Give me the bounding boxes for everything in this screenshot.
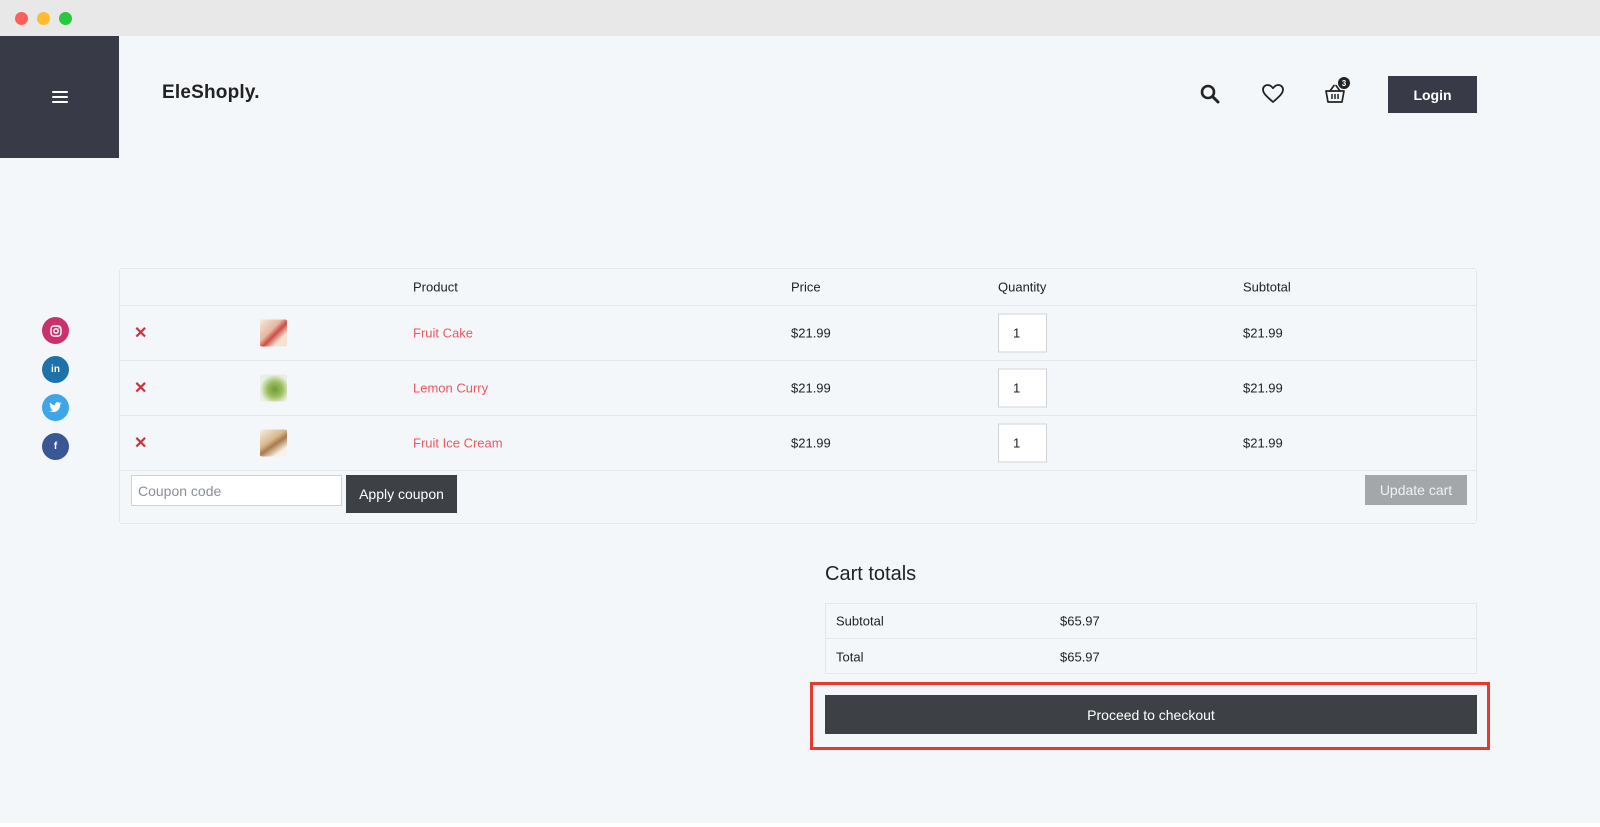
product-subtotal: $21.99 — [1243, 380, 1283, 396]
product-thumbnail[interactable] — [260, 319, 287, 347]
column-header-price: Price — [791, 279, 821, 295]
totals-label: Subtotal — [836, 613, 884, 629]
quantity-input[interactable] — [998, 368, 1047, 408]
table-row: ✕ Fruit Cake $21.99 $21.99 — [120, 306, 1476, 361]
site-logo[interactable]: EleShoply. — [162, 82, 260, 104]
cart-table-header: Product Price Quantity Subtotal — [120, 269, 1476, 306]
totals-value: $65.97 — [1060, 649, 1100, 664]
twitter-link[interactable] — [42, 394, 69, 421]
product-price: $21.99 — [791, 380, 831, 396]
hamburger-icon — [51, 91, 68, 103]
instagram-link[interactable] — [42, 317, 69, 344]
remove-item-button[interactable]: ✕ — [134, 433, 147, 453]
product-link[interactable]: Fruit Cake — [413, 326, 473, 341]
quantity-field — [998, 423, 1047, 463]
cart-totals-table: Subtotal $65.97 Total $65.97 — [825, 603, 1477, 674]
facebook-icon: f — [53, 441, 58, 452]
search-button[interactable] — [1198, 82, 1222, 106]
wishlist-button[interactable] — [1261, 82, 1285, 106]
column-header-subtotal: Subtotal — [1243, 279, 1291, 295]
remove-item-button[interactable]: ✕ — [134, 378, 147, 398]
product-subtotal: $21.99 — [1243, 435, 1283, 451]
product-thumbnail[interactable] — [260, 429, 287, 457]
totals-row-subtotal: Subtotal $65.97 — [826, 604, 1476, 639]
quantity-input[interactable] — [998, 313, 1047, 353]
coupon-code-input[interactable] — [131, 475, 342, 506]
heart-icon — [1262, 84, 1284, 103]
cart-totals-heading: Cart totals — [825, 563, 917, 585]
menu-toggle-button[interactable] — [0, 36, 119, 158]
proceed-to-checkout-button[interactable]: Proceed to checkout — [825, 695, 1477, 734]
product-price: $21.99 — [791, 435, 831, 451]
column-header-quantity: Quantity — [998, 279, 1047, 295]
page: EleShoply. 3 Login in f Product Price Qu… — [0, 36, 1600, 823]
totals-row-total: Total $65.97 — [826, 639, 1476, 674]
window-titlebar — [0, 0, 1600, 36]
close-window-button[interactable] — [15, 12, 28, 25]
table-row: ✕ Fruit Ice Cream $21.99 $21.99 — [120, 416, 1476, 471]
totals-value: $65.97 — [1060, 613, 1100, 629]
product-subtotal: $21.99 — [1243, 325, 1283, 341]
linkedin-link[interactable]: in — [42, 356, 69, 383]
product-price: $21.99 — [791, 325, 831, 341]
search-icon — [1200, 84, 1220, 104]
cart-count-badge: 3 — [1338, 77, 1350, 89]
login-button[interactable]: Login — [1388, 76, 1477, 113]
quantity-field — [998, 368, 1047, 408]
totals-label: Total — [836, 649, 864, 664]
remove-item-button[interactable]: ✕ — [134, 323, 147, 343]
table-row: ✕ Lemon Curry $21.99 $21.99 — [120, 361, 1476, 416]
linkedin-icon: in — [51, 364, 60, 375]
cart-button[interactable]: 3 — [1323, 77, 1350, 106]
facebook-link[interactable]: f — [42, 433, 69, 460]
instagram-icon — [49, 324, 62, 337]
update-cart-button[interactable]: Update cart — [1365, 475, 1467, 505]
apply-coupon-button[interactable]: Apply coupon — [346, 475, 457, 513]
column-header-product: Product — [413, 279, 458, 295]
product-thumbnail[interactable] — [260, 374, 287, 402]
bottom-edge — [0, 823, 1600, 827]
quantity-input[interactable] — [998, 423, 1047, 463]
product-link[interactable]: Fruit Ice Cream — [413, 436, 503, 451]
product-link[interactable]: Lemon Curry — [413, 381, 488, 396]
cart-table: Product Price Quantity Subtotal ✕ Fruit … — [119, 268, 1477, 524]
maximize-window-button[interactable] — [59, 12, 72, 25]
quantity-field — [998, 313, 1047, 353]
minimize-window-button[interactable] — [37, 12, 50, 25]
twitter-icon — [49, 402, 62, 413]
